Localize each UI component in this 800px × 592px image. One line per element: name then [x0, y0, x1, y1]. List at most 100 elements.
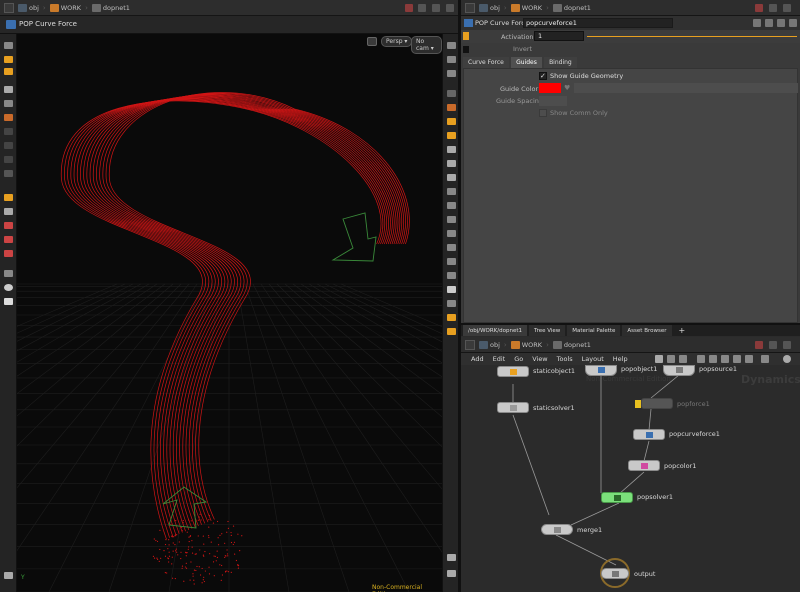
view-cube-icon[interactable]: [447, 570, 456, 577]
guide-color-swatch[interactable]: [539, 83, 561, 93]
back-icon[interactable]: [465, 339, 475, 350]
pin-icon[interactable]: [755, 341, 763, 349]
crumb-dopnet[interactable]: dopnet1: [552, 340, 591, 349]
activation-field[interactable]: 1: [534, 31, 584, 41]
magnet-icon[interactable]: [4, 250, 13, 257]
bone-icon[interactable]: [447, 244, 456, 251]
tab-curve-force[interactable]: Curve Force: [463, 57, 509, 68]
display-options-icon[interactable]: [447, 42, 456, 49]
node-name-field[interactable]: popcurveforce1: [523, 18, 673, 28]
color-icon[interactable]: [721, 355, 729, 363]
tab-tree-view[interactable]: Tree View: [529, 325, 566, 336]
brush-icon[interactable]: [4, 194, 13, 201]
view-icon[interactable]: [4, 68, 13, 75]
node-staticobject[interactable]: [497, 366, 529, 377]
crumb-dopnet[interactable]: dopnet1: [91, 3, 130, 12]
info-icon[interactable]: [777, 19, 785, 27]
bookmark-icon[interactable]: [789, 19, 797, 27]
menu-go[interactable]: Go: [514, 355, 523, 363]
guide-color-fields[interactable]: [574, 83, 798, 93]
network-box-icon[interactable]: [679, 355, 687, 363]
back-icon[interactable]: [465, 2, 475, 13]
shading-icon[interactable]: [447, 56, 456, 63]
link-icon[interactable]: [418, 4, 426, 12]
menu-layout[interactable]: Layout: [582, 355, 604, 363]
number-icon[interactable]: [447, 202, 456, 209]
help-icon[interactable]: [765, 19, 773, 27]
bulb-icon[interactable]: [447, 118, 456, 125]
list-icon[interactable]: [761, 355, 769, 363]
cup-icon[interactable]: [4, 298, 13, 305]
grid-icon[interactable]: [667, 355, 675, 363]
lock-icon[interactable]: [4, 114, 13, 121]
node-staticsolver[interactable]: [497, 402, 529, 413]
tab-material-palette[interactable]: Material Palette: [567, 325, 621, 336]
tab-guides[interactable]: Guides: [511, 57, 542, 68]
tab-network[interactable]: /obj/WORK/dopnet1: [463, 325, 528, 336]
wrench-icon[interactable]: [655, 355, 663, 363]
node-popcurveforce[interactable]: [633, 429, 665, 440]
snap-icon[interactable]: [4, 170, 13, 177]
back-icon[interactable]: [4, 2, 14, 13]
node-popcolor[interactable]: [628, 460, 660, 471]
link-tool-icon[interactable]: [447, 258, 456, 265]
sculpt-icon[interactable]: [4, 208, 13, 215]
node-output[interactable]: [601, 568, 629, 579]
pointer-icon[interactable]: [4, 86, 13, 93]
template-icon[interactable]: [447, 160, 456, 167]
menu-view[interactable]: View: [532, 355, 547, 363]
sticky-note-icon[interactable]: [697, 355, 705, 363]
add-tab-button[interactable]: +: [674, 325, 691, 336]
points-icon[interactable]: [447, 90, 456, 97]
horizontal-divider[interactable]: [461, 323, 800, 325]
handle-icon[interactable]: [4, 56, 13, 63]
link-icon[interactable]: [769, 4, 777, 12]
split-icon[interactable]: [432, 4, 440, 12]
gear-icon[interactable]: [4, 572, 13, 579]
shape-icon[interactable]: [733, 355, 741, 363]
scale-icon[interactable]: [4, 142, 13, 149]
flipbook-icon[interactable]: [447, 328, 456, 335]
crumb-work[interactable]: WORK: [510, 340, 542, 349]
pane-menu-icon[interactable]: [783, 341, 791, 349]
render-icon[interactable]: [447, 314, 456, 321]
show-comm-checkbox[interactable]: [539, 109, 547, 117]
activation-slider[interactable]: [587, 36, 797, 37]
node-popsolver[interactable]: [601, 492, 633, 503]
node-popforce[interactable]: [635, 398, 673, 409]
paint-brush-icon[interactable]: [447, 216, 456, 223]
camera-menu[interactable]: No cam ▾: [411, 36, 442, 54]
normals-icon[interactable]: [447, 174, 456, 181]
pose-icon[interactable]: [4, 156, 13, 163]
menu-add[interactable]: Add: [471, 355, 484, 363]
3d-viewport[interactable]: Persp ▾ No cam ▾ Non-Commercial Edition …: [17, 34, 442, 592]
grab-icon[interactable]: [4, 222, 13, 229]
crumb-obj[interactable]: obj: [479, 340, 500, 349]
pin-icon[interactable]: [755, 4, 763, 12]
hand-icon[interactable]: [447, 230, 456, 237]
vertical-divider[interactable]: [458, 0, 461, 592]
guide-spacing-field[interactable]: [539, 96, 567, 106]
tab-binding[interactable]: Binding: [544, 57, 577, 68]
crumb-dopnet[interactable]: dopnet1: [552, 3, 591, 12]
rotate-icon[interactable]: [4, 128, 13, 135]
color-picker-icon[interactable]: ♥: [564, 84, 570, 92]
paint-icon[interactable]: [4, 270, 13, 277]
light-icon[interactable]: [447, 104, 456, 111]
display-icon[interactable]: [447, 132, 456, 139]
show-guide-checkbox[interactable]: ✓: [539, 72, 547, 80]
bypass-flag[interactable]: [635, 400, 641, 408]
viewport-lock-icon[interactable]: [367, 37, 377, 46]
tab-asset-browser[interactable]: Asset Browser: [622, 325, 672, 336]
gear-icon[interactable]: [753, 19, 761, 27]
network-canvas[interactable]: Dynamics Non-Commercial Edition staticob…: [461, 365, 800, 592]
select-icon[interactable]: [4, 42, 13, 49]
pane-menu-icon[interactable]: [783, 4, 791, 12]
camera-icon[interactable]: [447, 554, 456, 561]
crumb-work[interactable]: WORK: [49, 3, 81, 12]
uv-icon[interactable]: [447, 188, 456, 195]
node-merge[interactable]: [541, 524, 573, 535]
frame-icon[interactable]: [447, 286, 456, 293]
wire-icon[interactable]: [447, 70, 456, 77]
crumb-obj[interactable]: obj: [479, 3, 500, 12]
